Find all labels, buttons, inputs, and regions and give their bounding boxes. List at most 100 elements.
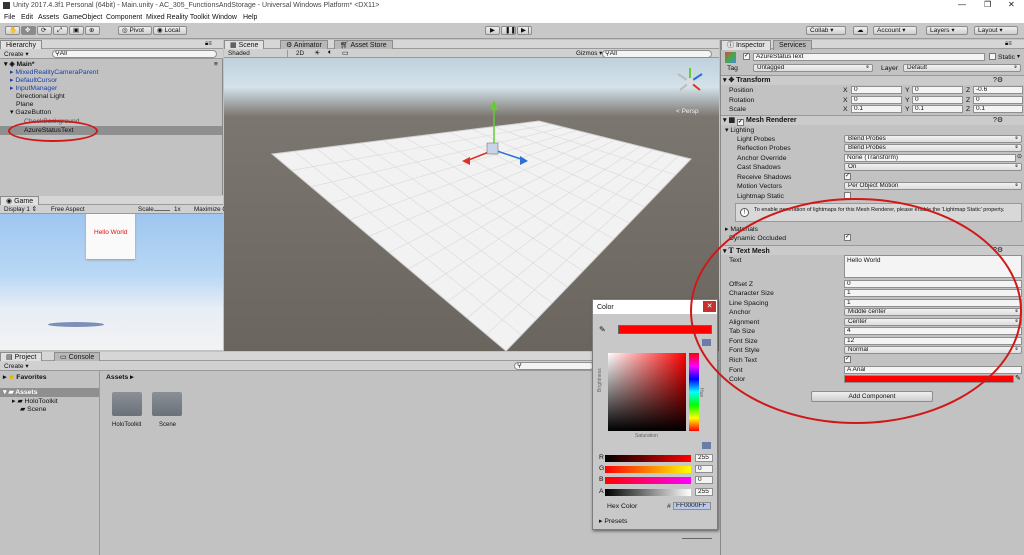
transform-tool-button[interactable]: ⊕: [85, 26, 100, 35]
anchor-override-field[interactable]: None (Transform): [844, 154, 1016, 162]
shading-mode-dropdown[interactable]: Shaded: [228, 50, 288, 57]
character-size-field[interactable]: 1: [844, 289, 1022, 297]
scale-slider[interactable]: [154, 210, 170, 211]
tab-services[interactable]: Services: [773, 40, 812, 50]
list-item[interactable]: CheckBackground: [0, 117, 222, 126]
lighting-foldout[interactable]: ▾ Lighting: [725, 126, 754, 134]
hierarchy-search-input[interactable]: ⚲All: [52, 50, 217, 58]
static-checkbox[interactable]: [989, 53, 996, 60]
2d-toggle[interactable]: 2D: [296, 50, 304, 57]
object-name-field[interactable]: AzureStatusText: [753, 53, 985, 61]
menu-mrtk[interactable]: Mixed Reality Toolkit: [146, 14, 210, 21]
lock-icon[interactable]: 🔒︎≡: [205, 41, 212, 48]
active-checkbox[interactable]: ✓: [743, 53, 750, 60]
aspect-dropdown[interactable]: Free Aspect: [51, 206, 85, 213]
color-field[interactable]: [844, 375, 1014, 383]
r-slider[interactable]: [605, 455, 691, 462]
font-style-dropdown[interactable]: Normal: [844, 346, 1022, 354]
asset-grid-item[interactable]: Scene: [150, 392, 186, 432]
layout-dropdown[interactable]: Layout ▾: [974, 26, 1018, 35]
pause-button[interactable]: ❚❚: [501, 26, 516, 35]
a-value[interactable]: 255: [695, 488, 713, 496]
list-item-selected[interactable]: AzureStatusText: [0, 126, 222, 135]
b-value[interactable]: 0: [695, 476, 713, 484]
rect-tool-button[interactable]: ▣: [69, 26, 84, 35]
tree-folder-row[interactable]: ▰ Scene: [0, 405, 99, 414]
list-item[interactable]: ▾ GazeButton: [0, 108, 222, 117]
move-tool-button[interactable]: ✥: [21, 26, 36, 35]
menu-gameobject[interactable]: GameObject: [63, 14, 102, 21]
hex-color-input[interactable]: FF0000FF: [673, 502, 711, 510]
tab-inspector[interactable]: ⓘ Inspector: [721, 40, 771, 50]
r-value[interactable]: 255: [695, 454, 713, 462]
add-component-button[interactable]: Add Component: [811, 391, 933, 402]
b-slider[interactable]: [605, 477, 691, 484]
scene-search-input[interactable]: ⚲All: [602, 50, 712, 58]
gizmos-dropdown[interactable]: Gizmos ▾: [576, 50, 602, 57]
account-dropdown[interactable]: Account ▾: [873, 26, 917, 35]
tab-size-field[interactable]: 4: [844, 327, 1022, 335]
tag-dropdown[interactable]: Untagged: [753, 64, 873, 72]
color-mode-icon[interactable]: [702, 339, 711, 346]
motion-vectors-dropdown[interactable]: Per Object Motion: [844, 182, 1022, 190]
maximize-button[interactable]: ❐: [984, 0, 991, 9]
maximize-on-play-button[interactable]: Maximize O: [194, 206, 227, 213]
transform-header[interactable]: ▾ ✥ Transform ?⚙: [721, 75, 1024, 85]
cast-shadows-dropdown[interactable]: On: [844, 163, 1022, 171]
lighting-icon[interactable]: ☀: [314, 49, 320, 57]
static-dropdown-icon[interactable]: ▾: [1017, 53, 1020, 60]
scene-orientation-gizmo[interactable]: [670, 66, 710, 104]
project-create-button[interactable]: Create ▾: [4, 362, 29, 370]
lock-icon[interactable]: 🔒︎≡: [1005, 41, 1012, 48]
assets-row[interactable]: ▾ ▰ Assets: [0, 388, 99, 397]
play-button[interactable]: ▶: [485, 26, 500, 35]
light-probes-dropdown[interactable]: Blend Probes: [844, 135, 1022, 143]
rich-text-checkbox[interactable]: ✓: [844, 356, 851, 363]
effects-icon[interactable]: ▭: [342, 49, 349, 57]
scale-x[interactable]: 0.1: [851, 105, 902, 113]
g-value[interactable]: 0: [695, 465, 713, 473]
a-slider[interactable]: [605, 489, 691, 496]
collab-button[interactable]: Collab ▾: [806, 26, 846, 35]
asset-grid-item[interactable]: HoloToolkit: [110, 392, 146, 432]
text-mesh-header[interactable]: ▾ T Text Mesh ?⚙: [721, 245, 1024, 255]
project-breadcrumb[interactable]: Assets ▸: [106, 373, 134, 381]
color-picker-close-button[interactable]: ✕: [703, 301, 716, 312]
scale-z[interactable]: 0.1: [973, 105, 1023, 113]
close-button[interactable]: ✕: [1008, 0, 1015, 9]
help-icon[interactable]: ?⚙: [993, 76, 1003, 85]
materials-foldout[interactable]: ▸ Materials: [725, 225, 758, 233]
position-z[interactable]: -0.6: [973, 86, 1023, 94]
lightmap-static-checkbox[interactable]: [844, 192, 851, 199]
menu-component[interactable]: Component: [106, 14, 142, 21]
menu-window[interactable]: Window: [212, 14, 237, 21]
rotate-tool-button[interactable]: ⟳: [37, 26, 52, 35]
saturation-brightness-area[interactable]: [608, 353, 686, 431]
menu-edit[interactable]: Edit: [21, 14, 33, 21]
text-area[interactable]: Hello World: [844, 255, 1022, 278]
menu-assets[interactable]: Assets: [38, 14, 59, 21]
dynamic-occluded-checkbox[interactable]: ✓: [844, 234, 851, 241]
font-field[interactable]: A Arial: [844, 366, 1022, 374]
zoom-slider[interactable]: [682, 538, 712, 539]
move-gizmo[interactable]: [454, 98, 534, 168]
rotation-x[interactable]: 0: [851, 96, 902, 104]
menu-help[interactable]: Help: [243, 14, 257, 21]
eyedropper-icon[interactable]: ✎: [599, 325, 606, 334]
game-viewport[interactable]: Hello World: [0, 214, 223, 350]
scale-tool-button[interactable]: ⤢: [53, 26, 68, 35]
rotation-z[interactable]: 0: [973, 96, 1023, 104]
line-spacing-field[interactable]: 1: [844, 299, 1022, 307]
font-size-field[interactable]: 12: [844, 337, 1022, 345]
audio-icon[interactable]: 🔈︎: [328, 49, 332, 57]
help-icon[interactable]: ?⚙: [993, 246, 1003, 255]
color-mode-icon[interactable]: [702, 442, 711, 449]
favorites-row[interactable]: ▸ ★ Favorites: [0, 373, 99, 382]
alignment-dropdown[interactable]: Center: [844, 318, 1022, 326]
persp-label[interactable]: < Persp: [676, 108, 699, 115]
menu-file[interactable]: File: [4, 14, 15, 21]
local-toggle[interactable]: ◉ Local: [153, 26, 187, 35]
minimize-button[interactable]: —: [958, 0, 966, 9]
display-dropdown[interactable]: Display 1 ⇕: [4, 206, 37, 213]
g-slider[interactable]: [605, 466, 691, 473]
